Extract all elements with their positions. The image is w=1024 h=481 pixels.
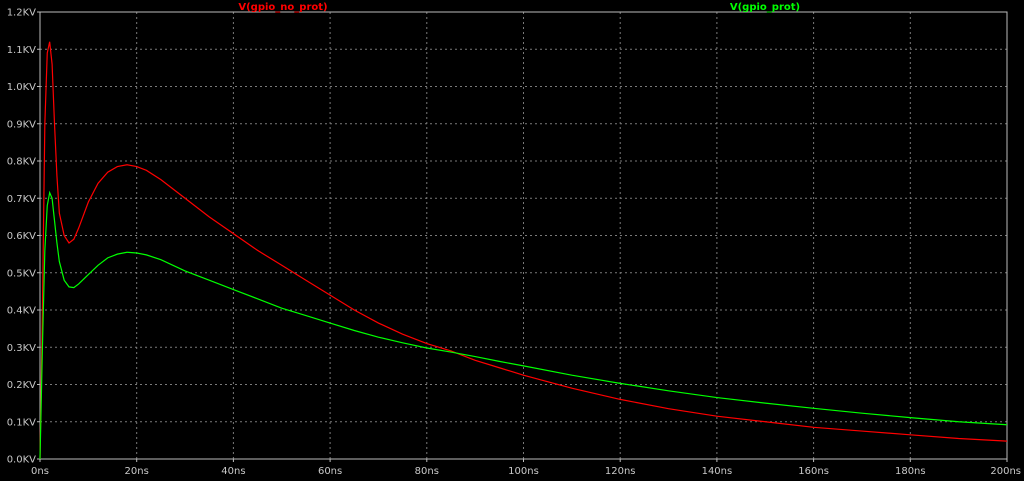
y-tick-label: 0.2KV bbox=[7, 380, 36, 391]
y-tick-label: 0.9KV bbox=[7, 119, 36, 130]
x-tick-label: 100ns bbox=[508, 466, 539, 477]
x-tick-label: 120ns bbox=[605, 466, 636, 477]
y-tick-label: 1.1KV bbox=[7, 45, 36, 56]
legend: V(gpio_no_prot) V(gpio_prot) bbox=[238, 2, 800, 13]
y-tick-label: 1.2KV bbox=[7, 8, 36, 19]
y-tick-label: 0.1KV bbox=[7, 417, 36, 428]
transient-plot: 0ns 20ns 40ns 60ns 80ns 100ns 120ns 140ns 160ns 1… bbox=[7, 2, 1021, 477]
x-tick-label: 20ns bbox=[125, 466, 149, 477]
y-tick-label: 0.8KV bbox=[7, 157, 36, 168]
x-axis: 0ns 20ns 40ns 60ns 80ns 100ns 120ns 140ns 160ns 1… bbox=[31, 459, 1021, 477]
legend-label-0: V(gpio_no_prot) bbox=[238, 2, 327, 13]
grid bbox=[40, 12, 1007, 459]
y-tick-label: 0.4KV bbox=[7, 306, 36, 317]
y-tick-label: 0.3KV bbox=[7, 343, 36, 354]
y-tick-label: 0.7KV bbox=[7, 194, 36, 205]
x-tick-label: 0ns bbox=[31, 466, 49, 477]
legend-label-1: V(gpio_prot) bbox=[730, 2, 800, 13]
traces bbox=[39, 41, 1008, 460]
x-tick-label: 180ns bbox=[895, 466, 926, 477]
y-tick-label: 1.0KV bbox=[7, 82, 36, 93]
x-tick-label: 200ns bbox=[990, 466, 1021, 477]
x-tick-label: 140ns bbox=[702, 466, 733, 477]
y-tick-label: 0.6KV bbox=[7, 231, 36, 242]
y-tick-label: 0.5KV bbox=[7, 268, 36, 279]
y-axis: 0.0KV 0.1KV 0.2KV 0.3KV 0.4KV 0.5KV 0.6KV 0.7KV… bbox=[7, 8, 40, 466]
x-tick-label: 160ns bbox=[798, 466, 829, 477]
x-tick-label: 80ns bbox=[415, 466, 439, 477]
series-line-0 bbox=[39, 41, 1008, 460]
y-tick-label: 0.0KV bbox=[7, 455, 36, 466]
x-tick-label: 60ns bbox=[318, 466, 342, 477]
x-tick-label: 40ns bbox=[221, 466, 245, 477]
